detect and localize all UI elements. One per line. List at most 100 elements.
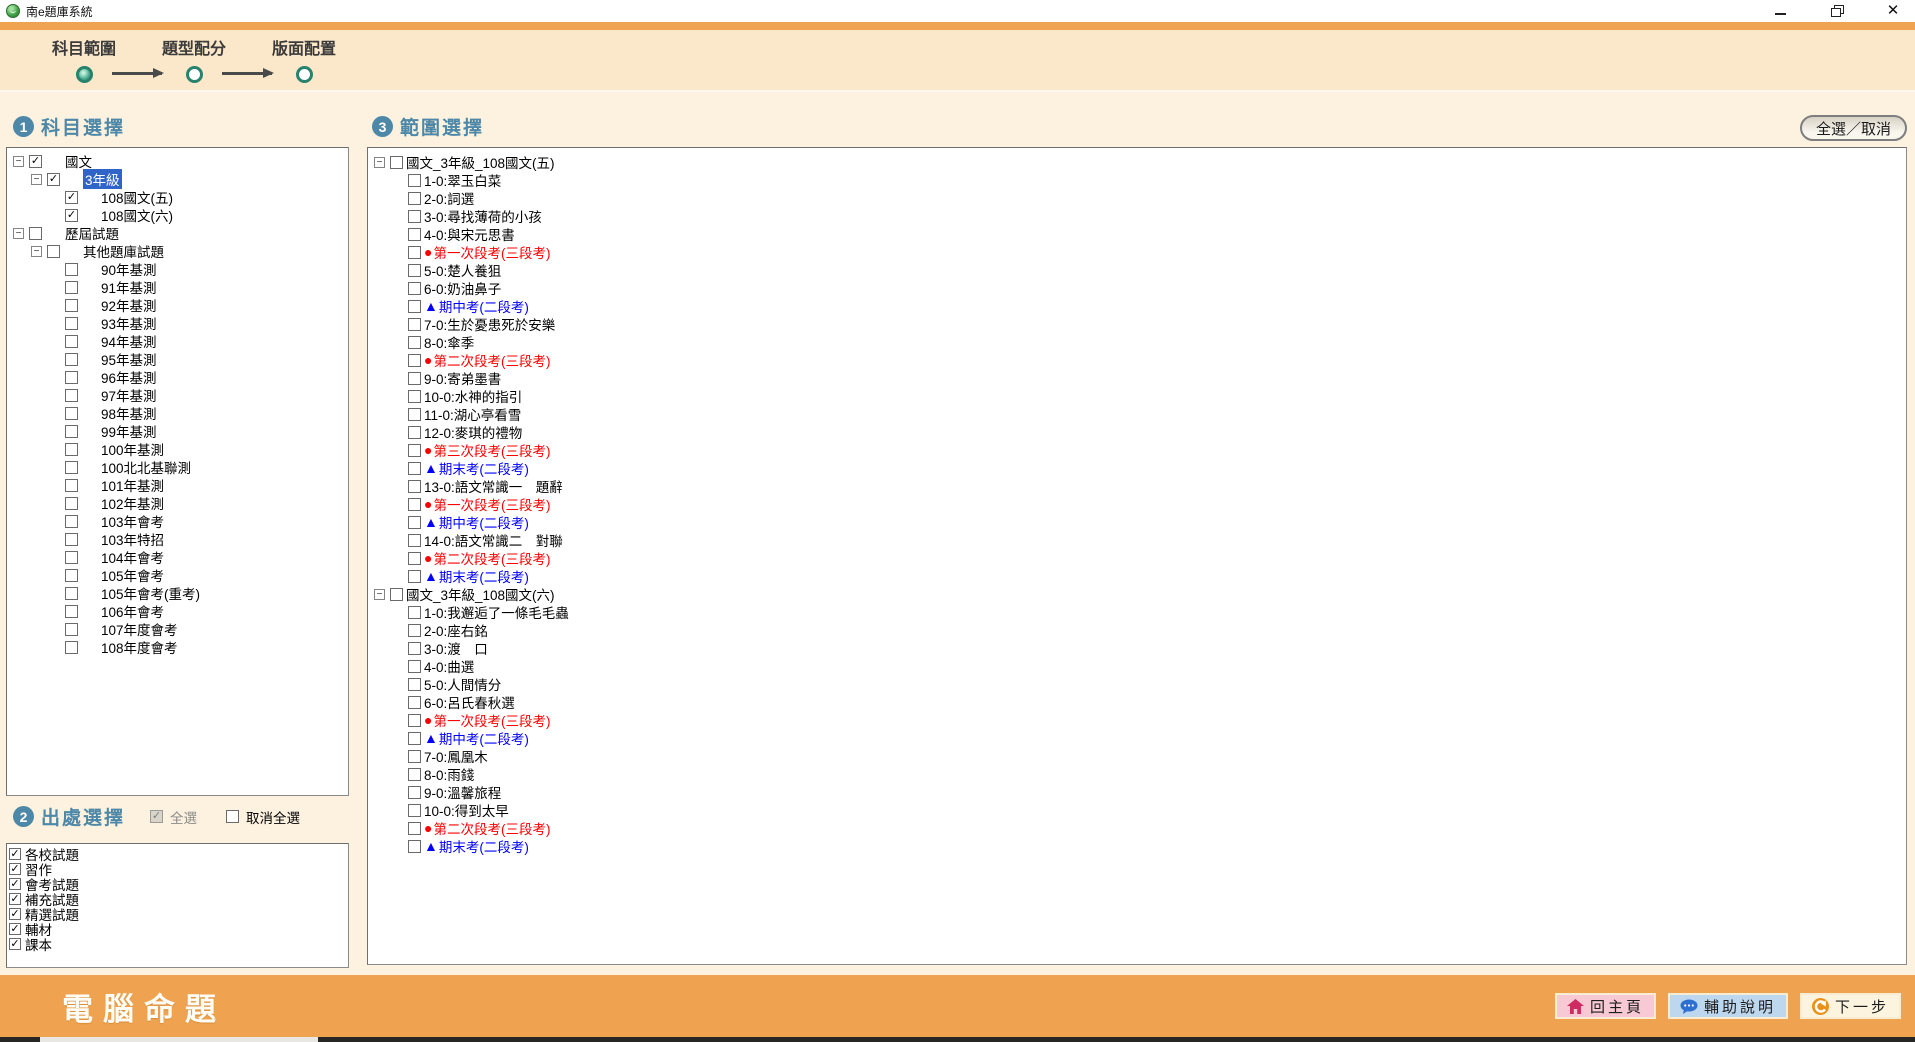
tree-checkbox[interactable] xyxy=(408,678,421,691)
tree-row[interactable]: −國文_3年級_108國文(六) xyxy=(370,585,1904,603)
tree-row[interactable]: 11-0:湖心亭看雪 xyxy=(370,405,1904,423)
tree-row[interactable]: −國文_3年級_108國文(五) xyxy=(370,153,1904,171)
tree-label[interactable]: 3-0:渡 口 xyxy=(424,638,488,658)
tree-checkbox[interactable]: ✓ xyxy=(47,173,60,186)
tree-label[interactable]: 103年會考 xyxy=(101,511,164,531)
source-checkbox[interactable]: ✓ xyxy=(9,923,21,935)
expand-toggle-icon[interactable]: − xyxy=(31,174,42,185)
tree-row[interactable]: 105年會考 xyxy=(9,566,346,584)
source-checkbox[interactable]: ✓ xyxy=(9,878,21,890)
tree-checkbox[interactable] xyxy=(408,228,421,241)
tree-label[interactable]: 12-0:麥琪的禮物 xyxy=(424,422,522,442)
tree-row[interactable]: 6-0:呂氏春秋選 xyxy=(370,693,1904,711)
tree-label[interactable]: 9-0:溫馨旅程 xyxy=(424,782,501,802)
tree-row[interactable]: 9-0:溫馨旅程 xyxy=(370,783,1904,801)
tree-row[interactable]: 102年基測 xyxy=(9,494,346,512)
tree-label[interactable]: 第一次段考(三段考) xyxy=(433,494,550,514)
help-button[interactable]: 輔助說明 xyxy=(1668,993,1788,1019)
tree-label[interactable]: 99年基測 xyxy=(101,421,157,441)
tree-label[interactable]: 105年會考(重考) xyxy=(101,583,200,603)
tree-label[interactable]: 95年基測 xyxy=(101,349,157,369)
tree-row[interactable]: 7-0:鳳凰木 xyxy=(370,747,1904,765)
tree-checkbox[interactable] xyxy=(65,299,78,312)
tree-row[interactable]: 104年會考 xyxy=(9,548,346,566)
tree-label[interactable]: 期中考(二段考) xyxy=(439,296,529,316)
tree-checkbox[interactable] xyxy=(29,227,42,240)
minimize-icon[interactable] xyxy=(1773,4,1789,18)
tree-row[interactable]: 107年度會考 xyxy=(9,620,346,638)
tree-label[interactable]: 108國文(五) xyxy=(101,187,173,207)
tree-checkbox[interactable] xyxy=(390,588,403,601)
tree-checkbox[interactable]: ✓ xyxy=(65,209,78,222)
tree-row[interactable]: 12-0:麥琪的禮物 xyxy=(370,423,1904,441)
tree-checkbox[interactable] xyxy=(408,732,421,745)
home-button[interactable]: 回主頁 xyxy=(1555,993,1656,1019)
step-circle-icon[interactable] xyxy=(296,66,313,83)
restore-icon[interactable] xyxy=(1829,4,1845,18)
tree-checkbox[interactable] xyxy=(408,390,421,403)
tree-label[interactable]: 期末考(二段考) xyxy=(439,458,529,478)
deselect-all-checkbox-group[interactable]: 取消全選 xyxy=(226,807,300,827)
tree-checkbox[interactable] xyxy=(65,623,78,636)
tree-checkbox[interactable] xyxy=(408,552,421,565)
tree-label[interactable]: 13-0:語文常識一 題辭 xyxy=(424,476,563,496)
source-checkbox[interactable]: ✓ xyxy=(9,863,21,875)
tree-row[interactable]: 1-0:翠玉白菜 xyxy=(370,171,1904,189)
tree-checkbox[interactable] xyxy=(408,840,421,853)
tree-label[interactable]: 91年基測 xyxy=(101,277,157,297)
tree-checkbox[interactable] xyxy=(65,407,78,420)
expand-toggle-icon[interactable]: − xyxy=(31,246,42,257)
tree-checkbox[interactable] xyxy=(65,515,78,528)
tree-label[interactable]: 100北北基聯測 xyxy=(101,457,191,477)
step-question-type[interactable]: 題型配分 xyxy=(162,35,226,83)
source-item-row[interactable]: ✓精選試題 xyxy=(9,906,346,921)
tree-row[interactable]: 101年基測 xyxy=(9,476,346,494)
expand-toggle-icon[interactable]: − xyxy=(13,228,24,239)
tree-checkbox[interactable] xyxy=(408,210,421,223)
tree-row[interactable]: ▲期中考(二段考) xyxy=(370,297,1904,315)
tree-label[interactable]: 7-0:鳳凰木 xyxy=(424,746,488,766)
tree-row[interactable]: 98年基測 xyxy=(9,404,346,422)
tree-row[interactable]: 100年基測 xyxy=(9,440,346,458)
tree-label[interactable]: 104年會考 xyxy=(101,547,164,567)
tree-checkbox[interactable] xyxy=(390,156,403,169)
tree-label[interactable]: 105年會考 xyxy=(101,565,164,585)
select-all-checkbox-group[interactable]: ✓ 全選 xyxy=(150,807,197,827)
tree-row[interactable]: 2-0:座右銘 xyxy=(370,621,1904,639)
select-all-checkbox[interactable]: ✓ xyxy=(150,810,163,823)
tree-row[interactable]: ▲期中考(二段考) xyxy=(370,513,1904,531)
step-subject-range[interactable]: 科目範圍 xyxy=(52,35,116,83)
tree-row[interactable]: 10-0:水神的指引 xyxy=(370,387,1904,405)
tree-checkbox[interactable]: ✓ xyxy=(29,155,42,168)
tree-label[interactable]: 其他題庫試題 xyxy=(83,241,164,261)
close-icon[interactable]: ✕ xyxy=(1885,4,1901,18)
tree-row[interactable]: 8-0:傘季 xyxy=(370,333,1904,351)
tree-label[interactable]: 103年特招 xyxy=(101,529,164,549)
expand-toggle-icon[interactable]: − xyxy=(13,156,24,167)
source-item-row[interactable]: ✓各校試題 xyxy=(9,846,346,861)
tree-checkbox[interactable] xyxy=(408,426,421,439)
deselect-all-checkbox[interactable] xyxy=(226,810,239,823)
tree-label[interactable]: 第一次段考(三段考) xyxy=(433,710,550,730)
tree-checkbox[interactable] xyxy=(65,461,78,474)
tree-checkbox[interactable] xyxy=(65,353,78,366)
tree-row[interactable]: 96年基測 xyxy=(9,368,346,386)
tree-row[interactable]: 94年基測 xyxy=(9,332,346,350)
tree-label[interactable]: 108年度會考 xyxy=(101,637,178,657)
tree-row[interactable]: − 其他題庫試題 xyxy=(9,242,346,260)
tree-checkbox[interactable] xyxy=(408,570,421,583)
tree-row[interactable]: 6-0:奶油鼻子 xyxy=(370,279,1904,297)
tree-row[interactable]: 91年基測 xyxy=(9,278,346,296)
tree-label[interactable]: 96年基測 xyxy=(101,367,157,387)
tree-label[interactable]: 106年會考 xyxy=(101,601,164,621)
tree-row[interactable]: 3-0:尋找薄荷的小孩 xyxy=(370,207,1904,225)
tree-label[interactable]: 4-0:曲選 xyxy=(424,656,474,676)
tree-row[interactable]: 5-0:楚人養狙 xyxy=(370,261,1904,279)
step-page-layout[interactable]: 版面配置 xyxy=(272,35,336,83)
tree-row[interactable]: 9-0:寄弟墨書 xyxy=(370,369,1904,387)
tree-checkbox[interactable] xyxy=(65,551,78,564)
tree-label[interactable]: 2-0:座右銘 xyxy=(424,620,488,640)
tree-row[interactable]: 4-0:與宋元思書 xyxy=(370,225,1904,243)
next-step-button[interactable]: 下一步 xyxy=(1800,993,1901,1019)
tree-label[interactable]: 108國文(六) xyxy=(101,205,173,225)
